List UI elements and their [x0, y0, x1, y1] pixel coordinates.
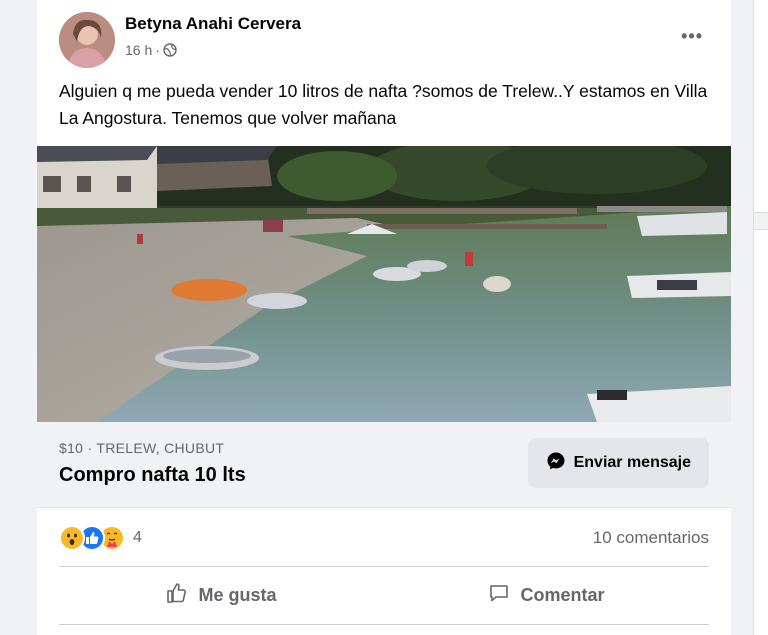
comment-count-link[interactable]: 10 comentarios — [593, 528, 709, 548]
feed-post: Betyna Anahi Cervera 16 h · ••• Alguien … — [37, 0, 731, 635]
messenger-icon — [546, 451, 566, 476]
post-header: Betyna Anahi Cervera 16 h · ••• — [59, 12, 709, 68]
like-label: Me gusta — [198, 584, 277, 605]
right-panel-notch — [754, 212, 768, 230]
more-options-button[interactable]: ••• — [681, 26, 703, 47]
post-meta: 16 h · — [125, 42, 177, 58]
send-message-button[interactable]: Enviar mensaje — [527, 438, 709, 488]
comment-label: Comentar — [520, 584, 605, 605]
post-text: Alguien q me pueda vender 10 litros de n… — [59, 81, 708, 128]
thumbs-up-icon — [166, 582, 188, 609]
action-divider-bottom — [59, 624, 709, 625]
listing-price-location: $10 · TRELEW, CHUBUT — [59, 440, 225, 456]
wow-reaction-icon — [59, 525, 85, 551]
author-avatar[interactable] — [59, 12, 115, 68]
author-name[interactable]: Betyna Anahi Cervera — [125, 14, 301, 34]
reaction-count: 4 — [133, 529, 142, 546]
globe-icon[interactable] — [163, 43, 177, 57]
action-divider-top — [59, 566, 709, 567]
meta-separator: · — [155, 42, 160, 58]
like-button[interactable]: Me gusta — [59, 568, 384, 622]
send-message-label: Enviar mensaje — [573, 454, 691, 471]
right-panel-edge — [753, 0, 768, 635]
marketplace-listing[interactable]: $10 · TRELEW, CHUBUT Compro nafta 10 lts… — [37, 422, 731, 508]
comment-button[interactable]: Comentar — [384, 568, 709, 622]
post-actions: Me gusta Comentar — [59, 568, 709, 622]
reaction-summary[interactable]: 4 — [59, 523, 142, 553]
post-time[interactable]: 16 h — [125, 42, 152, 58]
comment-icon — [488, 582, 510, 609]
listing-title[interactable]: Compro nafta 10 lts — [59, 464, 246, 487]
post-photo[interactable] — [37, 146, 731, 422]
